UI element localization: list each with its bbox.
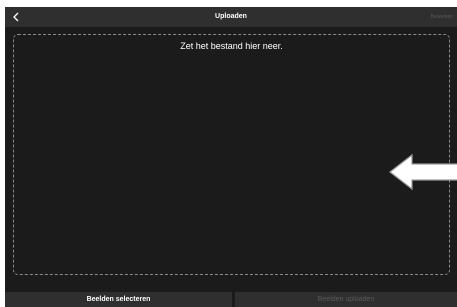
upload-images-button[interactable]: Beelden uploaden [235,292,457,307]
edit-button[interactable]: Bewerken [431,7,453,27]
arrow-left-icon [389,153,457,191]
drop-zone-text: Zet het bestand hier neer. [180,41,283,51]
bottom-toolbar: Beelden selecteren Beelden uploaden [5,292,457,307]
select-images-button[interactable]: Beelden selecteren [5,292,232,307]
upload-window: Uploaden Bewerken Zet het bestand hier n… [5,7,457,307]
title-bar: Uploaden Bewerken [5,7,457,27]
drop-zone[interactable]: Zet het bestand hier neer. [13,34,450,275]
page-title: Uploaden [215,13,247,20]
